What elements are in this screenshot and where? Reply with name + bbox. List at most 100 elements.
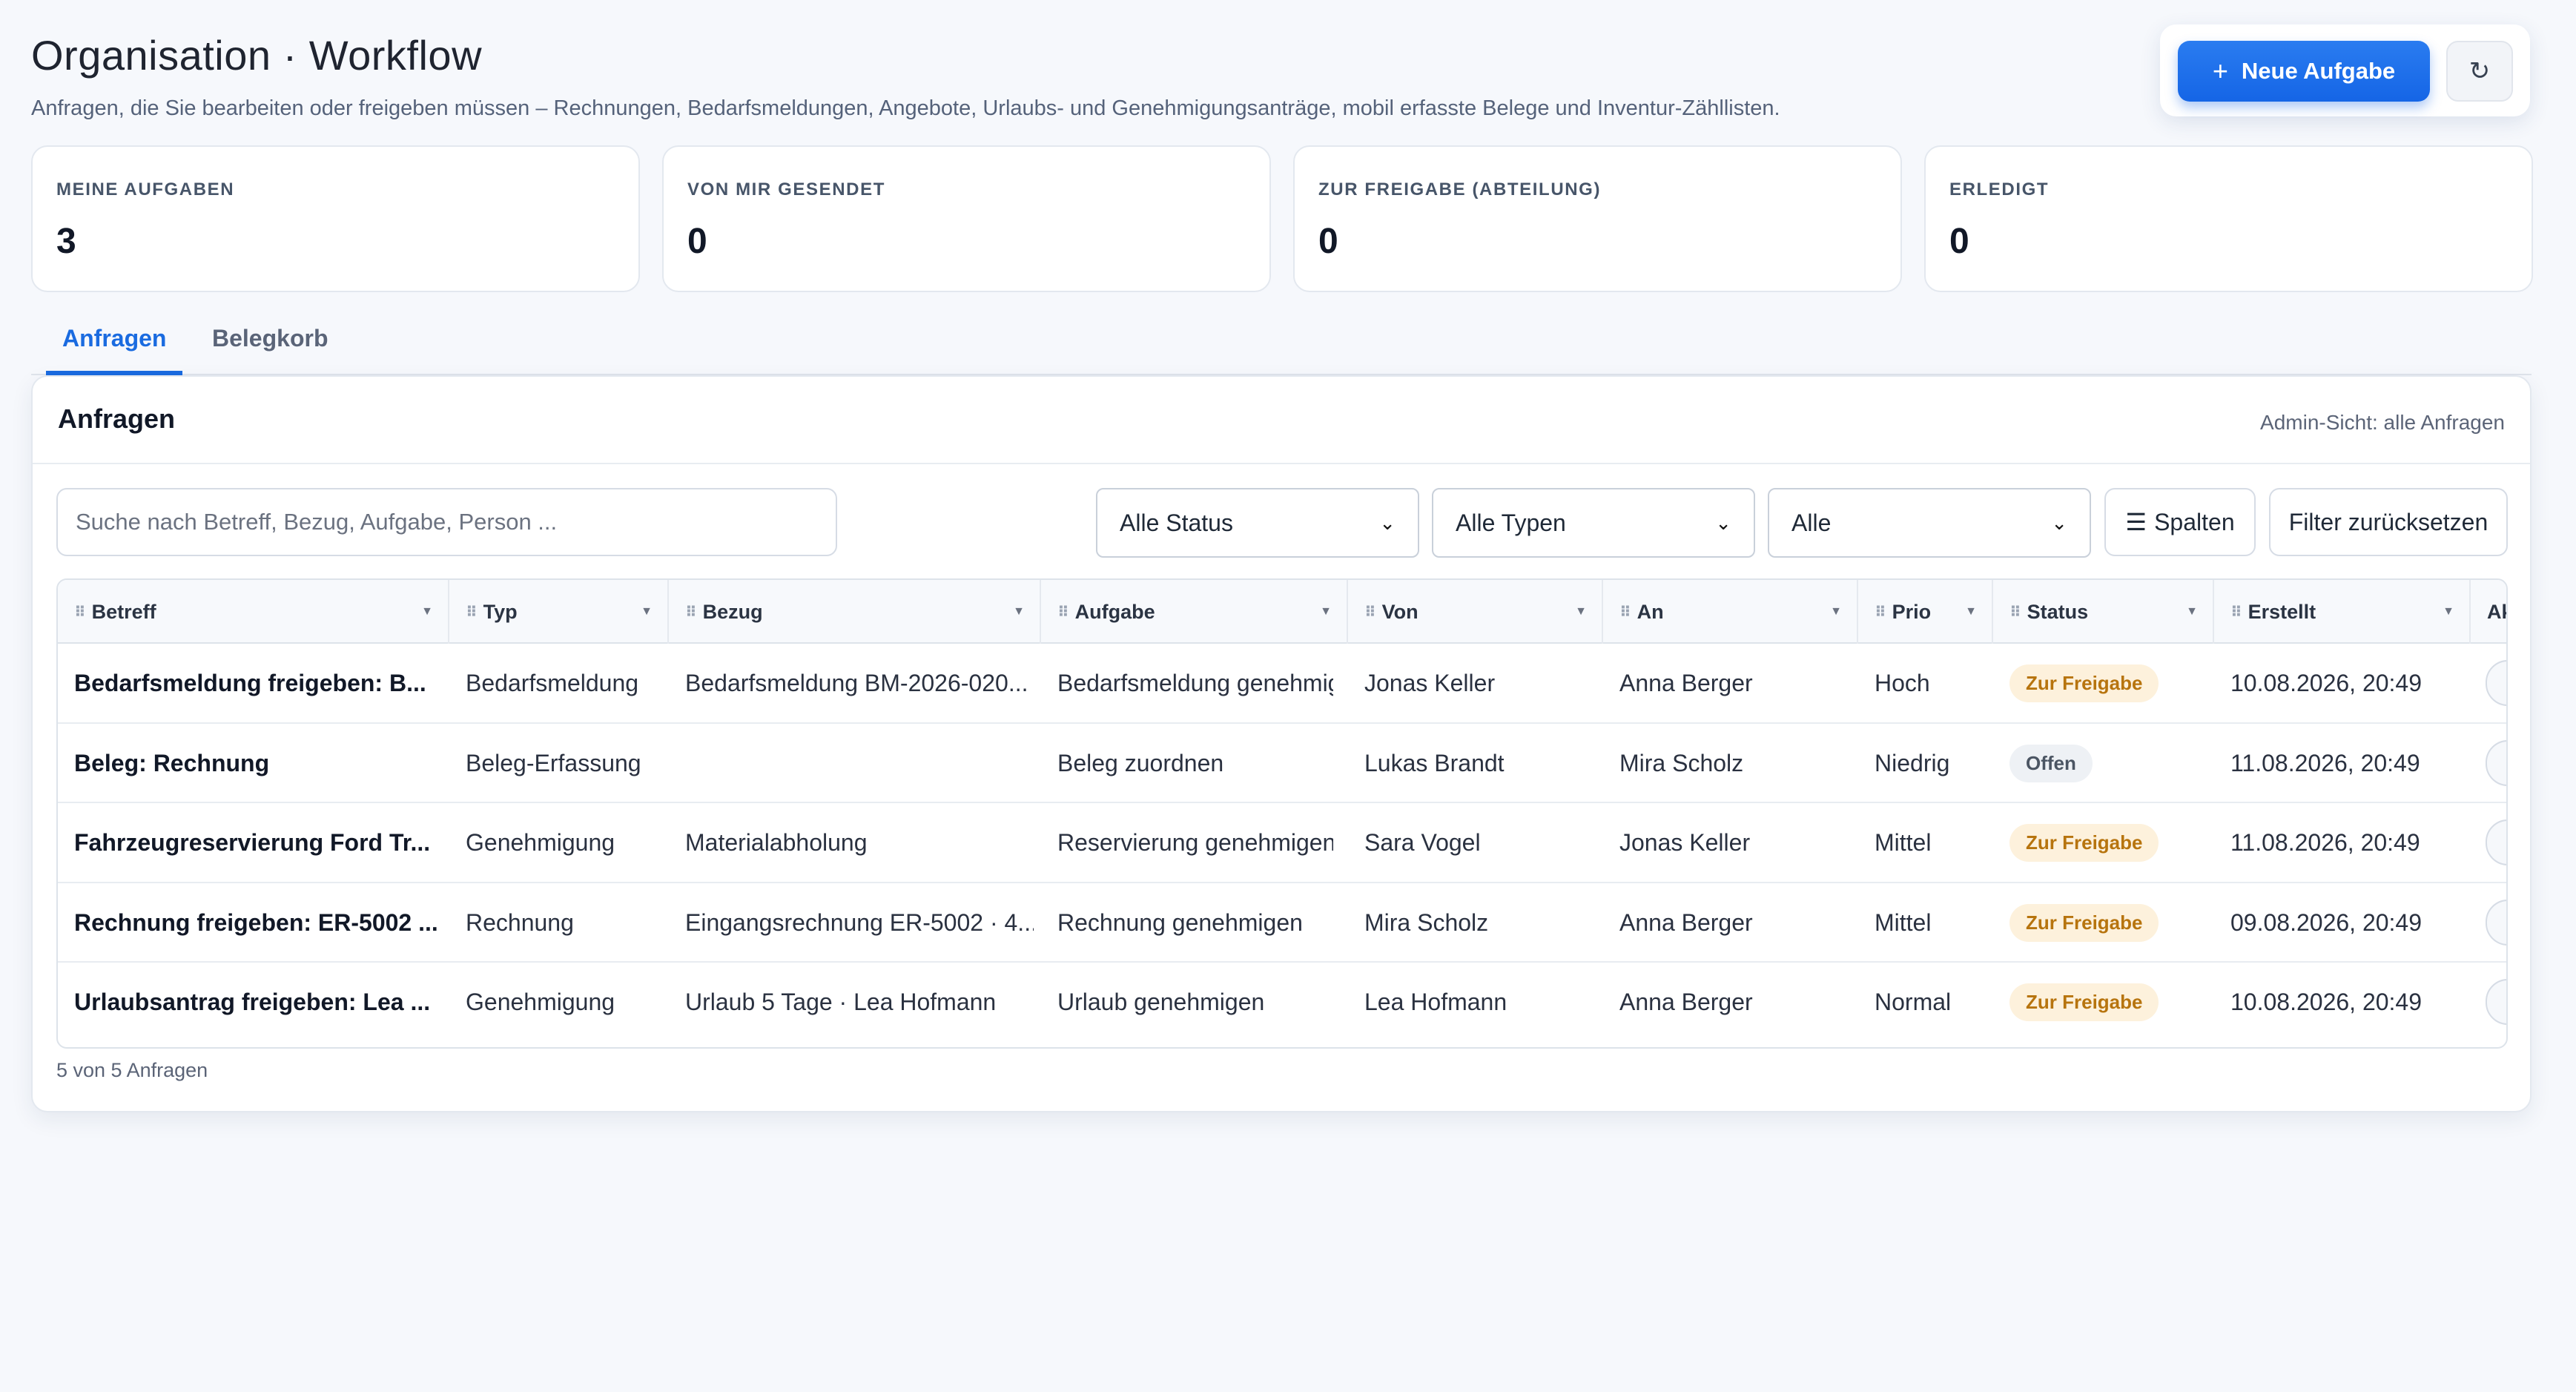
column-header-aktionen[interactable]: Ak [2471, 580, 2506, 644]
table-row[interactable]: Beleg: Rechnung Beleg-Erfassung Beleg zu… [58, 724, 2506, 803]
column-header-bezug[interactable]: ⠿ Bezug ▼ [669, 580, 1041, 644]
table-row[interactable]: Fahrzeugreservierung Ford Tr... Genehmig… [58, 803, 2506, 883]
stat-value: 0 [1949, 222, 1969, 261]
column-header-betreff[interactable]: ⠿ Betreff ▼ [58, 580, 449, 644]
stat-value: 0 [687, 222, 707, 261]
cell-von: Jonas Keller [1364, 670, 1496, 696]
cell-prio: Niedrig [1875, 749, 1950, 776]
cell-aufgabe: Bedarfsmeldung genehmigen [1057, 670, 1333, 696]
reset-filters-button[interactable]: Filter zurücksetzen [2269, 488, 2508, 556]
sort-caret-icon: ▼ [1575, 605, 1587, 618]
cell-betreff: Fahrzeugreservierung Ford Tr... [74, 829, 431, 856]
new-task-button[interactable]: + Neue Aufgabe [2178, 41, 2430, 102]
column-label: Von [1381, 600, 1419, 623]
refresh-icon: ↻ [2468, 57, 2491, 85]
cell-erstellt: 11.08.2026, 20:49 [2230, 829, 2420, 856]
cell-prio: Mittel [1875, 829, 1932, 856]
column-header-typ[interactable]: ⠿ Typ ▼ [449, 580, 669, 644]
drag-handle-icon[interactable]: ⠿ [1364, 603, 1376, 621]
status-badge: Zur Freigabe [2009, 983, 2159, 1021]
cell-status: Zur Freigabe [2009, 883, 2202, 963]
drag-handle-icon[interactable]: ⠿ [466, 603, 478, 621]
status-badge: Zur Freigabe [2009, 903, 2159, 942]
plus-icon: + [2212, 56, 2228, 86]
column-header-prio[interactable]: ⠿ Prio ▼ [1858, 580, 1993, 644]
cell-status: Zur Freigabe [2009, 963, 2202, 1042]
chevron-down-icon: ⌄ [1379, 511, 1396, 534]
type-filter-value: Alle Typen [1456, 509, 1566, 536]
cell-status: Offen [2009, 724, 2202, 803]
cell-betreff: Urlaubsantrag freigeben: Lea ... [74, 989, 431, 1015]
drag-handle-icon[interactable]: ⠿ [1875, 603, 1886, 621]
stat-card-done[interactable]: ERLEDIGT 0 [1924, 145, 2533, 292]
search-input[interactable]: Suche nach Betreff, Bezug, Aufgabe, Pers… [56, 488, 837, 556]
type-filter-select[interactable]: Alle Typen ⌄ [1432, 488, 1755, 558]
tab-bar: Anfragen Belegkorb [31, 304, 2532, 375]
sort-caret-icon: ▼ [2186, 605, 2198, 618]
row-action-button[interactable] [2486, 979, 2506, 1025]
scope-filter-value: Alle [1791, 509, 1832, 536]
column-label: An [1637, 600, 1664, 623]
column-header-von[interactable]: ⠿ Von ▼ [1348, 580, 1603, 644]
sort-caret-icon: ▼ [1320, 605, 1332, 618]
header-actions: + Neue Aufgabe ↻ [2160, 24, 2530, 116]
stat-card-sent-by-me[interactable]: VON MIR GESENDET 0 [662, 145, 1271, 292]
column-header-aufgabe[interactable]: ⠿ Aufgabe ▼ [1041, 580, 1348, 644]
stat-label: ZUR FREIGABE (ABTEILUNG) [1318, 179, 1602, 199]
sort-caret-icon: ▼ [641, 605, 653, 618]
requests-panel: Anfragen Admin-Sicht: alle Anfragen Such… [31, 375, 2532, 1112]
status-filter-select[interactable]: Alle Status ⌄ [1096, 488, 1419, 558]
cell-betreff: Bedarfsmeldung freigeben: B... [74, 670, 426, 696]
drag-handle-icon[interactable]: ⠿ [1619, 603, 1631, 621]
drag-handle-icon[interactable]: ⠿ [2230, 603, 2242, 621]
page-title: Organisation · Workflow [31, 32, 483, 79]
refresh-button[interactable]: ↻ [2446, 41, 2513, 102]
column-label: Status [2027, 600, 2089, 623]
drag-handle-icon[interactable]: ⠿ [685, 603, 697, 621]
stat-label: MEINE AUFGABEN [56, 179, 235, 199]
table-row[interactable]: Bedarfsmeldung freigeben: B... Bedarfsme… [58, 644, 2506, 724]
tab-anfragen[interactable]: Anfragen [46, 317, 183, 375]
cell-an: Anna Berger [1619, 989, 1753, 1015]
column-label: Erstellt [2248, 600, 2316, 623]
column-label: Ak [2487, 600, 2506, 623]
status-badge: Zur Freigabe [2009, 664, 2159, 702]
cell-typ: Genehmigung [466, 829, 615, 856]
stat-value: 0 [1318, 222, 1338, 261]
columns-button[interactable]: ☰ Spalten [2104, 488, 2256, 556]
stat-card-my-tasks[interactable]: MEINE AUFGABEN 3 [31, 145, 640, 292]
cell-status: Zur Freigabe [2009, 803, 2202, 883]
cell-bezug: Bedarfsmeldung BM-2026-020... [685, 670, 1028, 696]
column-header-erstellt[interactable]: ⠿ Erstellt ▼ [2214, 580, 2471, 644]
panel-title: Anfragen [58, 403, 176, 434]
table-row[interactable]: Urlaubsantrag freigeben: Lea ... Genehmi… [58, 963, 2506, 1043]
row-action-button[interactable] [2486, 899, 2506, 946]
column-header-status[interactable]: ⠿ Status ▼ [1993, 580, 2214, 644]
tab-belegkorb[interactable]: Belegkorb [196, 317, 344, 375]
cell-erstellt: 09.08.2026, 20:49 [2230, 908, 2423, 936]
cell-von: Lukas Brandt [1364, 749, 1505, 776]
drag-handle-icon[interactable]: ⠿ [2009, 603, 2021, 621]
sort-caret-icon: ▼ [1830, 605, 1842, 618]
list-icon: ☰ [2125, 509, 2147, 535]
row-action-button[interactable] [2486, 819, 2506, 865]
drag-handle-icon[interactable]: ⠿ [1057, 603, 1069, 621]
cell-status: Zur Freigabe [2009, 644, 2202, 723]
cell-betreff: Rechnung freigeben: ER-5002 ... [74, 908, 437, 936]
drag-handle-icon[interactable]: ⠿ [74, 603, 86, 621]
table-row[interactable]: Rechnung freigeben: ER-5002 ... Rechnung… [58, 883, 2506, 963]
row-action-button[interactable] [2486, 660, 2506, 706]
page-header: Organisation · Workflow Anfragen, die Si… [31, 30, 1780, 121]
cell-prio: Mittel [1875, 908, 1932, 936]
column-label: Aufgabe [1074, 600, 1155, 623]
column-header-an[interactable]: ⠿ An ▼ [1603, 580, 1858, 644]
chevron-down-icon: ⌄ [1715, 511, 1731, 534]
row-action-button[interactable] [2486, 739, 2506, 786]
stat-card-department-approval[interactable]: ZUR FREIGABE (ABTEILUNG) 0 [1293, 145, 1902, 292]
cell-von: Lea Hofmann [1364, 989, 1507, 1015]
cell-prio: Normal [1875, 989, 1952, 1015]
cell-aufgabe: Reservierung genehmigen [1057, 829, 1333, 856]
cell-bezug: Urlaub 5 Tage · Lea Hofmann [685, 989, 997, 1015]
scope-filter-select[interactable]: Alle ⌄ [1768, 488, 2091, 558]
chevron-down-icon: ⌄ [2051, 511, 2067, 534]
